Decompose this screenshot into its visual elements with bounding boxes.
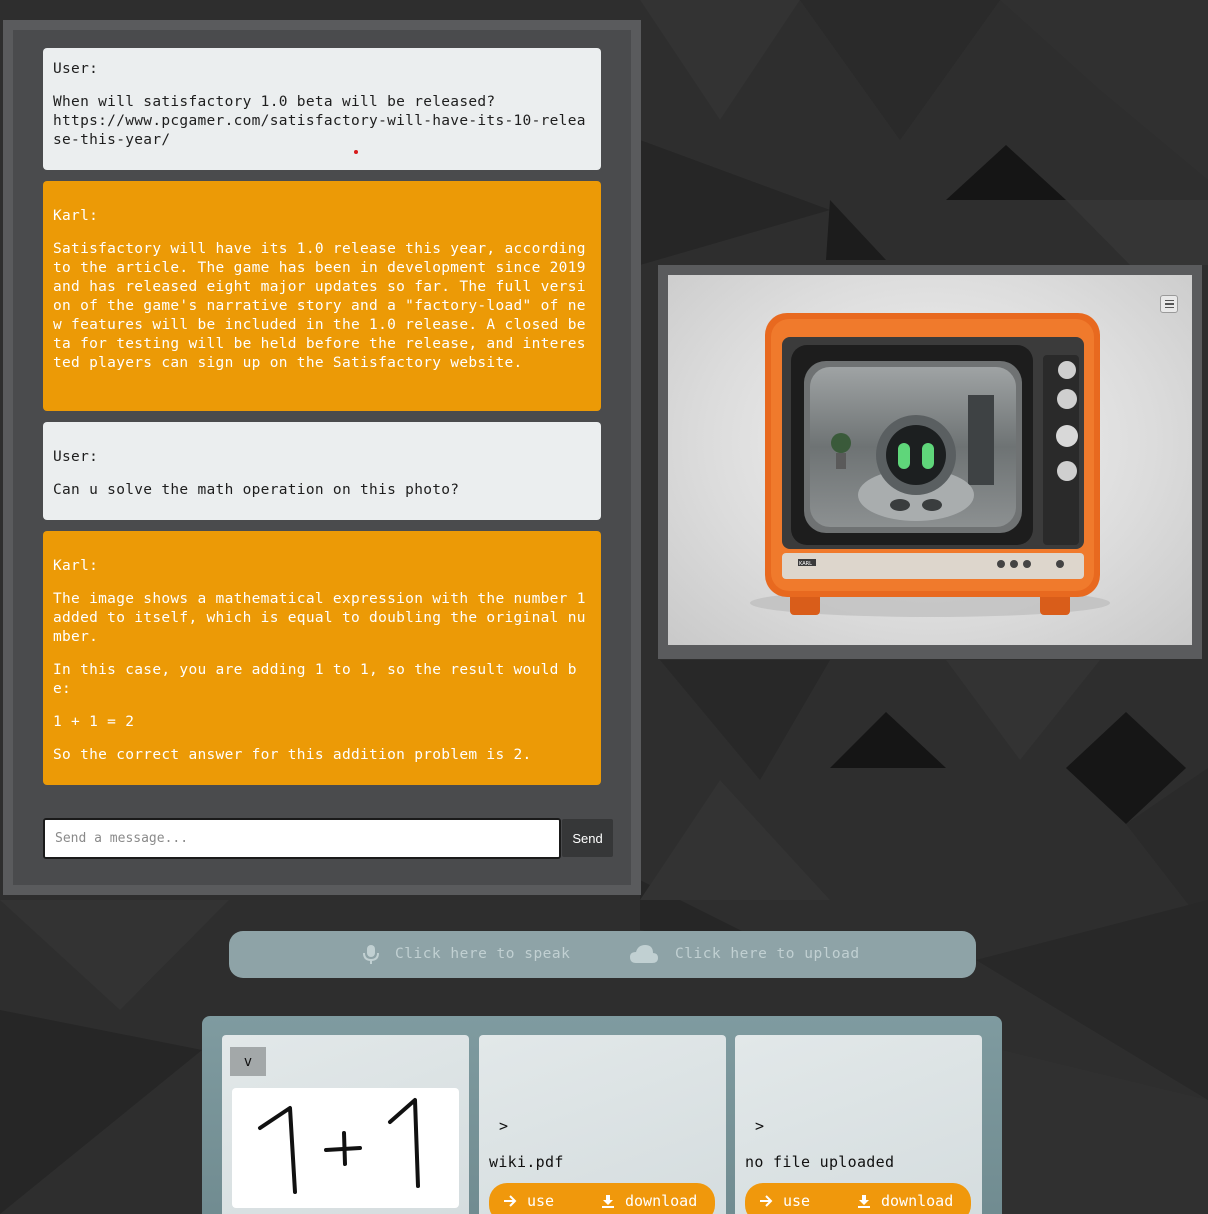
download-label: download	[625, 1192, 698, 1210]
tv-image: KARL	[668, 275, 1192, 645]
handwritten-math-image	[258, 1098, 420, 1194]
download-icon	[602, 1195, 614, 1208]
file-name: no file uploaded	[745, 1153, 895, 1171]
microphone-icon	[363, 945, 379, 964]
cloud-icon	[630, 945, 658, 963]
message-speaker: Karl:	[53, 558, 99, 574]
message-input-row: Send	[43, 818, 613, 859]
menu-icon[interactable]	[1160, 295, 1178, 313]
tv-image-frame: KARL	[658, 265, 1202, 659]
message-speaker: User:	[53, 449, 99, 465]
file-card: v	[222, 1035, 469, 1214]
message-text: The image shows a mathematical expressio…	[53, 591, 595, 645]
use-button[interactable]: use	[503, 1192, 554, 1210]
chat-message-user: User: When will satisfactory 1.0 beta wi…	[43, 48, 601, 170]
uploaded-image-preview[interactable]	[232, 1088, 459, 1208]
files-panel: v > wiki.pdf use download > no file uplo…	[202, 1016, 1002, 1214]
download-label: download	[881, 1192, 954, 1210]
message-text: When will satisfactory 1.0 beta will be …	[53, 94, 586, 148]
download-button[interactable]: download	[601, 1192, 697, 1210]
file-actions: use download	[489, 1183, 715, 1214]
message-input[interactable]	[43, 818, 561, 859]
message-speaker: Karl:	[53, 208, 99, 224]
expand-toggle[interactable]: >	[499, 1117, 508, 1135]
use-button[interactable]: use	[759, 1192, 810, 1210]
message-speaker: User:	[53, 61, 99, 77]
file-name: wiki.pdf	[489, 1153, 564, 1171]
voice-upload-bar: Click here to speak Click here to upload	[229, 931, 976, 978]
chat-message-user: User: Can u solve the math operation on …	[43, 422, 601, 520]
chat-message-bot: Karl: Satisfactory will have its 1.0 rel…	[43, 181, 601, 411]
retro-tv-robot-illustration: KARL	[750, 313, 1110, 617]
message-text: Can u solve the math operation on this p…	[53, 482, 460, 498]
message-text: 1 + 1 = 2	[53, 714, 135, 730]
file-card: > wiki.pdf use download	[479, 1035, 726, 1214]
message-text: In this case, you are adding 1 to 1, so …	[53, 662, 577, 697]
speak-label: Click here to speak	[395, 946, 571, 962]
file-card: > no file uploaded use download	[735, 1035, 982, 1214]
arrow-right-icon	[760, 1195, 773, 1207]
message-text: So the correct answer for this addition …	[53, 747, 532, 763]
download-button[interactable]: download	[857, 1192, 953, 1210]
tv-badge-text: KARL	[799, 561, 812, 567]
collapse-toggle[interactable]: v	[230, 1047, 266, 1076]
download-icon	[858, 1195, 870, 1208]
chat-panel: User: When will satisfactory 1.0 beta wi…	[3, 20, 641, 895]
upload-label: Click here to upload	[675, 946, 860, 962]
file-actions: use download	[745, 1183, 971, 1214]
upload-button[interactable]: Click here to upload	[629, 944, 860, 964]
message-text: Satisfactory will have its 1.0 release t…	[53, 241, 595, 371]
red-dot	[354, 150, 358, 154]
chat-message-bot: Karl: The image shows a mathematical exp…	[43, 531, 601, 785]
arrow-right-icon	[504, 1195, 517, 1207]
expand-toggle[interactable]: >	[755, 1117, 764, 1135]
use-label: use	[783, 1192, 811, 1210]
send-button[interactable]: Send	[562, 819, 613, 857]
speak-button[interactable]: Click here to speak	[363, 944, 570, 964]
use-label: use	[527, 1192, 555, 1210]
